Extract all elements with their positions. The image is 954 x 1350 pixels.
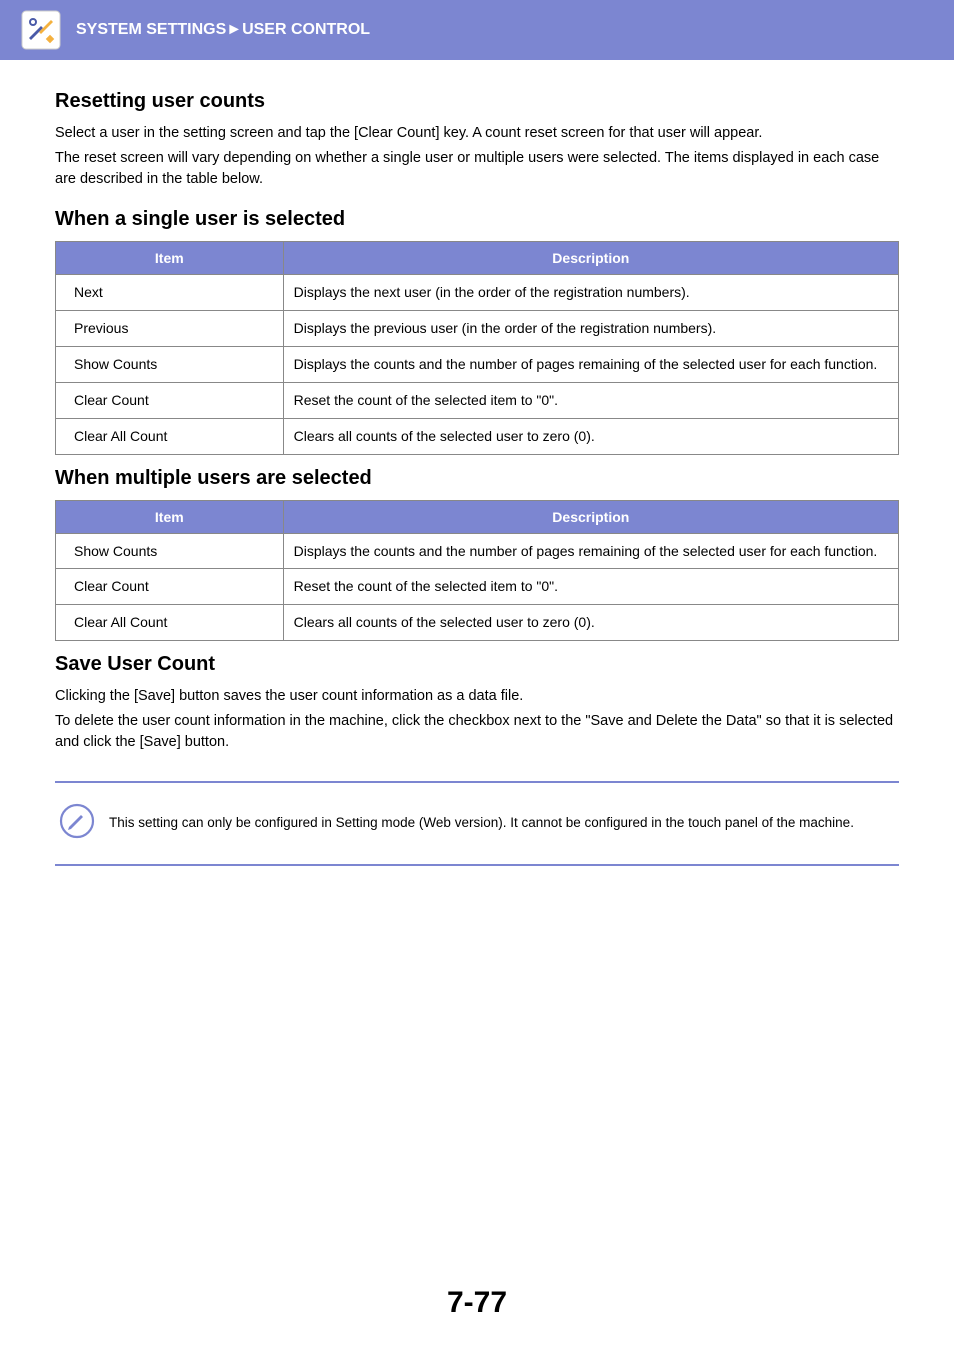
heading-multiple-users: When multiple users are selected xyxy=(55,467,899,490)
save-paragraph-2: To delete the user count information in … xyxy=(55,711,899,753)
cell-desc: Clears all counts of the selected user t… xyxy=(283,605,898,641)
heading-resetting: Resetting user counts xyxy=(55,90,899,113)
cell-item: Next xyxy=(56,275,284,311)
table-row: Clear All Count Clears all counts of the… xyxy=(56,605,899,641)
save-paragraph-1: Clicking the [Save] button saves the use… xyxy=(55,686,899,707)
cell-item: Clear All Count xyxy=(56,418,284,454)
cell-item: Clear Count xyxy=(56,382,284,418)
heading-single-user: When a single user is selected xyxy=(55,208,899,231)
cell-desc: Reset the count of the selected item to … xyxy=(283,569,898,605)
cell-desc: Displays the counts and the number of pa… xyxy=(283,533,898,569)
table-single-user: Item Description Next Displays the next … xyxy=(55,241,899,454)
breadcrumb: SYSTEM SETTINGS►USER CONTROL xyxy=(76,21,370,39)
tools-icon xyxy=(20,9,62,51)
table-row: Show Counts Displays the counts and the … xyxy=(56,533,899,569)
cell-item: Clear All Count xyxy=(56,605,284,641)
reset-paragraph-2: The reset screen will vary depending on … xyxy=(55,148,899,190)
table-row: Clear Count Reset the count of the selec… xyxy=(56,569,899,605)
cell-desc: Displays the previous user (in the order… xyxy=(283,310,898,346)
cell-desc: Displays the counts and the number of pa… xyxy=(283,346,898,382)
table-multiple-users: Item Description Show Counts Displays th… xyxy=(55,500,899,642)
cell-item: Show Counts xyxy=(56,533,284,569)
cell-desc: Displays the next user (in the order of … xyxy=(283,275,898,311)
col-item: Item xyxy=(56,500,284,533)
table-row: Clear Count Reset the count of the selec… xyxy=(56,382,899,418)
page-content: Resetting user counts Select a user in t… xyxy=(0,60,954,866)
cell-item: Clear Count xyxy=(56,569,284,605)
note-rule-bottom xyxy=(55,864,899,866)
reset-paragraph-1: Select a user in the setting screen and … xyxy=(55,123,899,144)
col-item: Item xyxy=(56,242,284,275)
table-row: Show Counts Displays the counts and the … xyxy=(56,346,899,382)
table-row: Clear All Count Clears all counts of the… xyxy=(56,418,899,454)
note-block: This setting can only be configured in S… xyxy=(55,781,899,866)
header-bar: SYSTEM SETTINGS►USER CONTROL xyxy=(0,0,954,60)
pencil-icon xyxy=(59,803,95,844)
cell-item: Previous xyxy=(56,310,284,346)
note-text: This setting can only be configured in S… xyxy=(109,814,854,833)
cell-desc: Clears all counts of the selected user t… xyxy=(283,418,898,454)
table-row: Next Displays the next user (in the orde… xyxy=(56,275,899,311)
heading-save-user-count: Save User Count xyxy=(55,653,899,676)
col-description: Description xyxy=(283,242,898,275)
cell-item: Show Counts xyxy=(56,346,284,382)
col-description: Description xyxy=(283,500,898,533)
cell-desc: Reset the count of the selected item to … xyxy=(283,382,898,418)
table-row: Previous Displays the previous user (in … xyxy=(56,310,899,346)
page-number: 7-77 xyxy=(0,1286,954,1350)
